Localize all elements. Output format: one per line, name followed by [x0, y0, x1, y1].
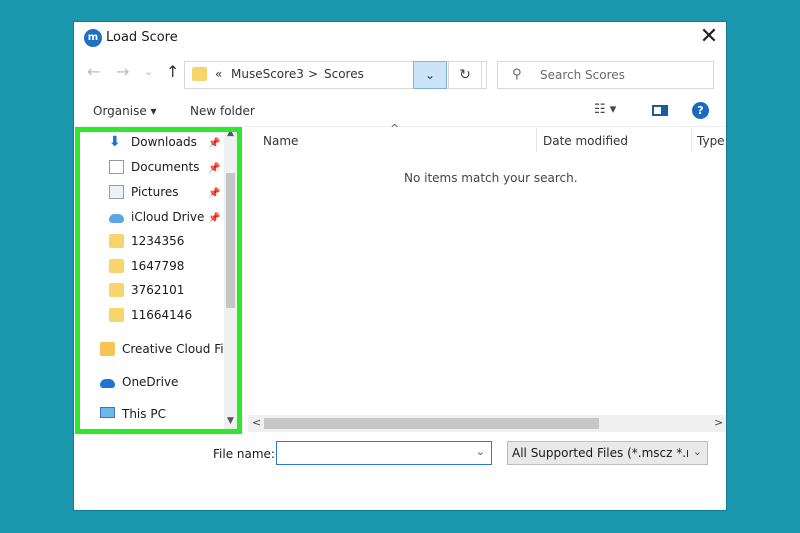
- address-dropdown-button[interactable]: ⌄: [413, 61, 447, 89]
- breadcrumb-separator: >: [308, 67, 319, 81]
- column-header-type[interactable]: Type: [697, 134, 725, 148]
- file-name-input[interactable]: [281, 445, 470, 463]
- scroll-right-icon[interactable]: >: [714, 416, 723, 429]
- chevron-down-icon[interactable]: ⌄: [476, 445, 485, 458]
- close-button[interactable]: ✕: [696, 25, 722, 51]
- column-header-name[interactable]: Name: [263, 134, 298, 148]
- breadcrumb-scores[interactable]: Scores: [324, 67, 364, 81]
- navigation-bar: ← → ⌄ ↑ « MuseScore3 > Scores ⌄ ↻ ⚲: [74, 58, 726, 92]
- search-input[interactable]: [538, 65, 710, 85]
- file-name-label: File name:: [213, 447, 275, 461]
- title-bar: m Load Score ✕: [74, 22, 726, 56]
- organise-menu[interactable]: Organise ▾: [93, 104, 157, 118]
- sort-ascending-icon: ^: [390, 122, 400, 135]
- column-divider[interactable]: [691, 128, 692, 152]
- search-box[interactable]: ⚲: [497, 61, 714, 89]
- refresh-button[interactable]: ↻: [448, 61, 482, 89]
- file-name-field[interactable]: ⌄: [276, 441, 492, 465]
- forward-button[interactable]: →: [116, 62, 129, 81]
- recent-locations-button[interactable]: ⌄: [144, 65, 153, 78]
- load-score-dialog: m Load Score ✕ ← → ⌄ ↑ « MuseScore3 > Sc…: [74, 22, 726, 510]
- folder-icon: [192, 67, 207, 81]
- refresh-icon: ↻: [459, 67, 471, 83]
- column-header-date-modified[interactable]: Date modified: [543, 134, 628, 148]
- file-list: ^ Name Date modified Type No items match…: [248, 122, 726, 432]
- up-button[interactable]: ↑: [166, 62, 179, 81]
- dialog-title: Load Score: [106, 30, 178, 45]
- search-icon: ⚲: [512, 67, 522, 82]
- command-bar: Organise ▾ New folder ☷ ▾ ?: [74, 96, 726, 127]
- breadcrumb-musescore3[interactable]: MuseScore3: [231, 67, 304, 81]
- horizontal-scrollbar[interactable]: < >: [248, 415, 726, 432]
- sidebar-highlight-box: [75, 127, 242, 434]
- file-selection-bar: File name: ⌄ All Supported Files (*.mscz…: [74, 437, 726, 467]
- column-divider[interactable]: [536, 128, 537, 152]
- help-button[interactable]: ?: [692, 102, 709, 119]
- new-folder-button[interactable]: New folder: [190, 104, 255, 118]
- view-list-icon: ☷ ▾: [594, 102, 617, 117]
- scrollbar-thumb[interactable]: [264, 418, 599, 429]
- close-icon: ✕: [699, 24, 719, 49]
- chevron-down-icon: ⌄: [424, 68, 436, 82]
- file-type-value: All Supported Files (*.mscz *.ms: [512, 446, 688, 460]
- breadcrumb-overflow[interactable]: «: [215, 67, 222, 81]
- preview-pane-button[interactable]: [652, 105, 668, 116]
- musescore-icon: m: [84, 29, 102, 47]
- view-options-button[interactable]: ☷ ▾: [594, 102, 616, 117]
- chevron-down-icon: ⌄: [692, 445, 702, 458]
- scroll-left-icon[interactable]: <: [252, 416, 261, 429]
- empty-message: No items match your search.: [404, 171, 578, 185]
- back-button[interactable]: ←: [87, 62, 100, 81]
- file-type-select[interactable]: All Supported Files (*.mscz *.ms ⌄: [507, 441, 708, 465]
